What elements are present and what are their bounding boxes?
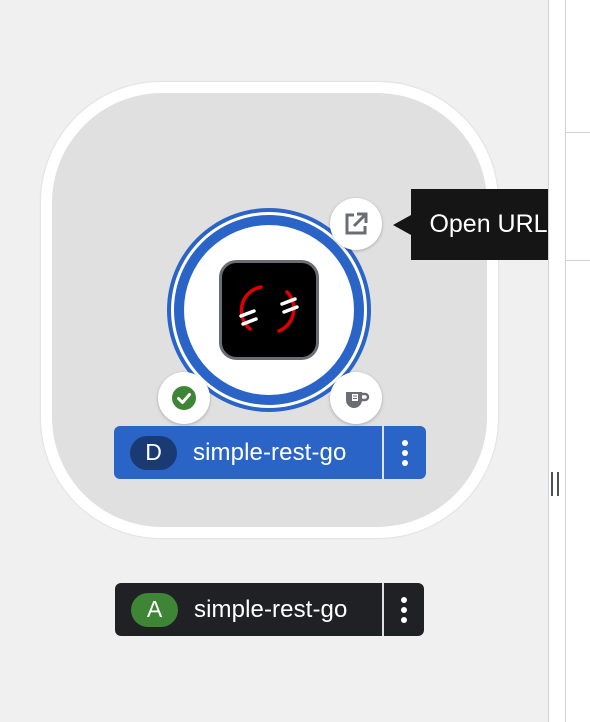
check-circle-icon [172,386,196,410]
side-panel-row-divider [566,260,590,261]
tooltip-arrow [393,215,411,235]
application-name: simple-rest-go [194,595,348,623]
open-url-tooltip: Open URL [393,189,566,260]
external-link-icon [345,212,368,235]
kebab-dot [401,616,407,623]
kebab-dot [402,439,408,446]
resource-kind-badge: D [130,435,177,470]
coffee-cup-icon [346,392,370,408]
application-group-label[interactable]: A simple-rest-go [115,583,424,636]
tooltip-text: Open URL [429,210,548,238]
resource-kind-badge: A [131,592,178,627]
application-actions-kebab-button[interactable] [385,583,423,636]
side-panel-border [565,0,566,722]
workload-name: simple-rest-go [193,438,347,466]
build-status-decorator[interactable] [158,372,210,424]
label-divider [382,583,384,636]
kebab-dot [401,596,407,603]
openshift-logo-icon [219,260,319,360]
workload-actions-kebab-button[interactable] [386,426,424,479]
kebab-dot [402,449,408,456]
workload-label[interactable]: D simple-rest-go [114,426,426,479]
topology-canvas[interactable]: D simple-rest-go A simple-rest-go Open U… [0,0,566,722]
kebab-dot [401,606,407,613]
open-url-decorator[interactable] [330,198,382,250]
side-panel [548,0,590,722]
grip-vertical-icon[interactable] [551,472,559,496]
kebab-dot [402,459,408,466]
label-divider [382,426,384,479]
edit-source-decorator[interactable] [330,372,382,424]
side-panel-row-divider [566,132,590,133]
